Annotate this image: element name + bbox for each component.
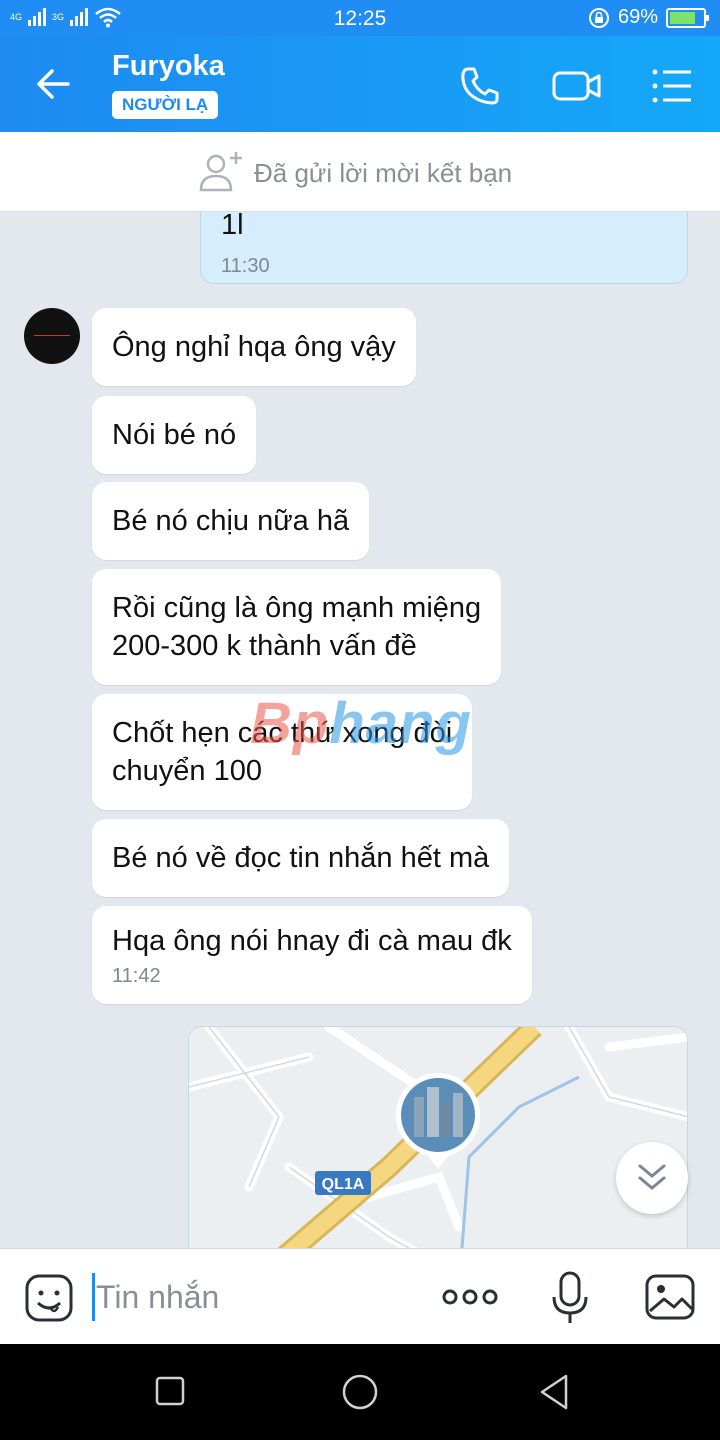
incoming-message[interactable]: Rồi cũng là ông mạnh miệng 200-300 k thà… [92, 569, 502, 685]
stranger-badge: NGƯỜI LẠ [112, 91, 219, 119]
road-label: QL1A [322, 1176, 365, 1193]
image-icon[interactable] [644, 1273, 696, 1321]
status-right: 69% [588, 6, 709, 29]
menu-list-icon[interactable] [650, 64, 694, 108]
incoming-message[interactable]: Nói bé nó [92, 396, 257, 474]
avatar[interactable] [24, 308, 80, 364]
watermark-part-2: hang [329, 691, 472, 756]
watermark-part-1: Bp [250, 691, 330, 756]
message-time: 11:42 [112, 965, 161, 987]
chat-header: Furyoka NGƯỜI LẠ [0, 36, 720, 132]
status-bar: 4G 3G 12:25 69% [0, 0, 720, 36]
home-icon[interactable] [340, 1372, 380, 1412]
message-input-bar: Tin nhắn [0, 1248, 720, 1344]
contact-name[interactable]: Furyoka [112, 50, 225, 83]
battery-icon [666, 7, 709, 28]
message-line: Rồi cũng là ông mạnh miệng [112, 592, 482, 624]
friend-request-text: Đã gửi lời mời kết bạn [254, 158, 513, 188]
incoming-message[interactable]: Bé nó chịu nữa hã [92, 482, 370, 560]
message-line: Hqa ông nói hnay đi cà mau đk [112, 925, 512, 957]
rotation-lock-icon [588, 7, 609, 28]
incoming-message[interactable]: Ông nghỉ hqa ông vậy [92, 308, 416, 386]
video-call-icon[interactable] [552, 64, 602, 108]
outgoing-message[interactable]: 1l 11:30 [200, 212, 688, 284]
recent-apps-icon[interactable] [154, 1372, 186, 1412]
microphone-icon[interactable] [548, 1271, 592, 1325]
more-icon[interactable] [442, 1277, 498, 1317]
watermark: Bphang [250, 690, 472, 757]
message-line: Bé nó chịu nữa hã [112, 505, 350, 537]
text-caret [92, 1273, 95, 1321]
message-line: Bé nó về đọc tin nhắn hết mà [112, 842, 490, 874]
emoji-icon[interactable] [24, 1273, 74, 1323]
scroll-down-button[interactable] [616, 1142, 688, 1214]
incoming-message[interactable]: Bé nó về đọc tin nhắn hết mà [92, 819, 510, 897]
message-line: chuyển 100 [112, 755, 262, 787]
incoming-message[interactable]: Hqa ông nói hnay đi cà mau đk 11:42 [92, 906, 532, 1004]
double-chevron-down-icon [638, 1164, 666, 1190]
phone-icon[interactable] [458, 64, 502, 108]
message-line: Ông nghỉ hqa ông vậy [112, 331, 396, 363]
chat-area[interactable]: 1l 11:30 Ông nghỉ hqa ông vậy Nói bé nó … [0, 212, 720, 1248]
message-line: 200-300 k thành vấn đề [112, 630, 417, 662]
map-drawing: QL1A [189, 1027, 687, 1248]
location-map[interactable]: QL1A [188, 1026, 688, 1248]
message-input[interactable]: Tin nhắn [96, 1279, 219, 1316]
back-arrow-icon[interactable] [32, 62, 76, 106]
friend-request-bar: Đã gửi lời mời kết bạn [0, 132, 720, 212]
system-nav-bar [0, 1344, 720, 1440]
add-friend-icon [199, 152, 242, 192]
message-text: 1l [221, 212, 244, 241]
back-icon[interactable] [536, 1372, 572, 1412]
battery-fill [670, 11, 695, 24]
message-line: Nói bé nó [112, 419, 237, 451]
battery-percent: 69% [617, 6, 658, 28]
message-time: 11:30 [221, 255, 270, 277]
